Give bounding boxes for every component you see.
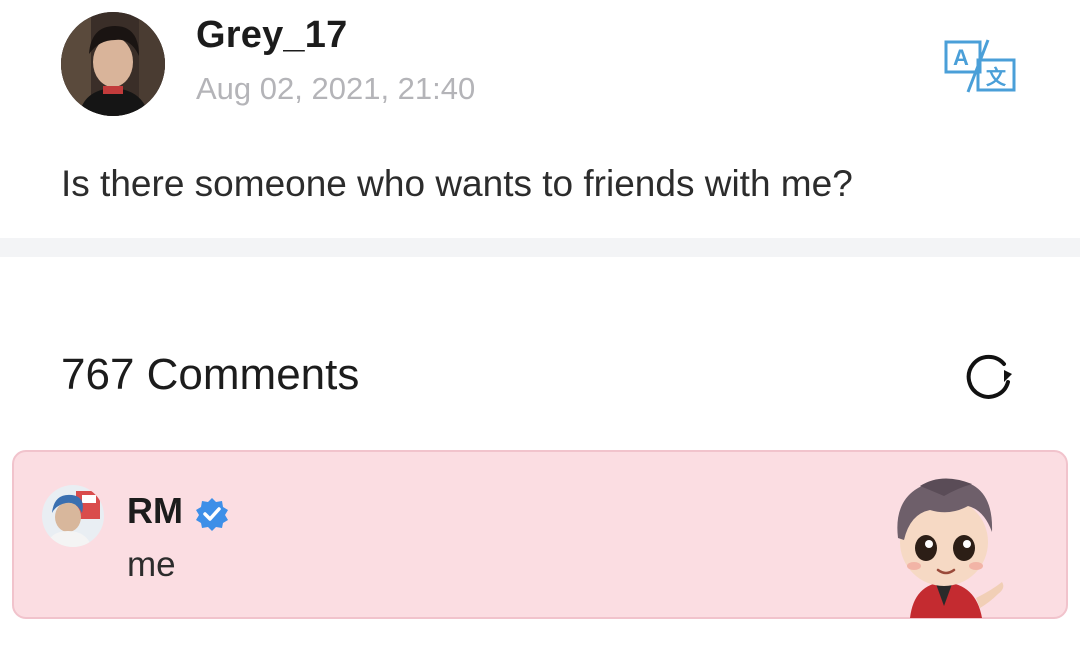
- verified-badge-icon: [194, 496, 230, 532]
- comment-item[interactable]: RM me: [12, 450, 1068, 619]
- post-author-name[interactable]: Grey_17: [196, 14, 347, 57]
- comment-author-name[interactable]: RM: [127, 490, 183, 532]
- comments-count-label: 767 Comments: [61, 350, 360, 399]
- post-detail-page: Grey_17 Aug 02, 2021, 21:40 A 文 Is there…: [0, 0, 1080, 657]
- translate-icon[interactable]: A 文: [940, 38, 1020, 94]
- post-timestamp: Aug 02, 2021, 21:40: [196, 71, 476, 106]
- post-author-avatar[interactable]: [61, 12, 165, 116]
- svg-text:文: 文: [986, 65, 1007, 89]
- svg-text:A: A: [953, 45, 969, 70]
- post-body-text: Is there someone who wants to friends wi…: [61, 163, 853, 204]
- refresh-icon[interactable]: [960, 348, 1020, 402]
- character-sticker: [880, 466, 1010, 618]
- comment-text: me: [127, 545, 176, 584]
- comment-author-avatar[interactable]: [42, 485, 104, 547]
- section-divider: [0, 238, 1080, 257]
